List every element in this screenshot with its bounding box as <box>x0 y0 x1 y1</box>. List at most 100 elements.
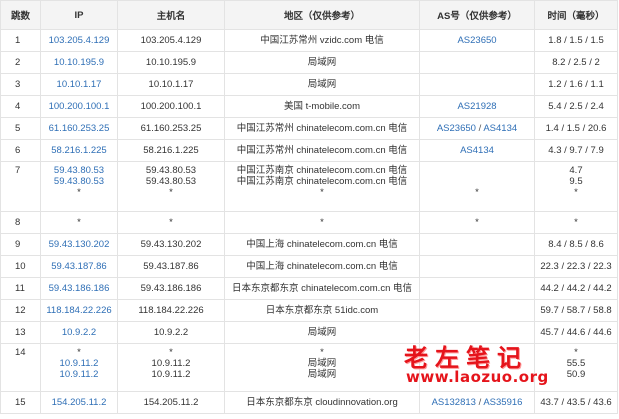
as-line: AS21928 <box>422 101 532 112</box>
table-row: 15 154.205.11.2 154.205.11.2 日本东京都东京 cloudi… <box>0 391 618 414</box>
as-link[interactable]: AS4134 <box>460 145 494 156</box>
ip-cell: 58.216.1.225 <box>40 139 118 162</box>
time-text: 4.3 / 9.7 / 7.9 <box>548 145 604 156</box>
region-text: * <box>320 347 324 358</box>
time-cell: 5.4 / 2.5 / 2.4 <box>534 95 618 118</box>
table-body: 1 103.205.4.129 103.205.4.129 中国江苏常州 vzidc.… <box>0 29 618 414</box>
region-text: 局域网 <box>307 358 337 369</box>
ip-cell: 100.200.100.1 <box>40 95 118 118</box>
hop-number: 4 <box>0 95 41 118</box>
time-text: 4.7 <box>569 165 583 176</box>
ip-cell: 59.43.187.86 <box>40 255 118 278</box>
ip-link[interactable]: 10.9.11.2 <box>43 358 115 369</box>
region-text: 中国江苏南京 chinatelecom.com.cn 电信 <box>236 176 408 187</box>
time-cell: 22.3 / 22.3 / 22.3 <box>534 255 618 278</box>
as-line <box>422 57 532 68</box>
ip-cell: 59.43.130.202 <box>40 233 118 256</box>
region-text: 美国 t-mobile.com <box>283 101 360 112</box>
header-region: 地区（仅供参考） <box>224 0 420 30</box>
hostname-cell: 59.43.80.53 59.43.80.53 * <box>117 161 225 212</box>
hop-number: 13 <box>0 321 41 344</box>
region-text: 局域网 <box>307 327 337 338</box>
ip-link[interactable]: 10.9.2.2 <box>43 327 115 338</box>
hostname-cell: 10.10.195.9 <box>117 51 225 74</box>
as-cell <box>419 51 535 74</box>
hostname-text: 100.200.100.1 <box>140 101 202 112</box>
as-link[interactable]: AS4134 <box>483 123 517 134</box>
ip-link[interactable]: 154.205.11.2 <box>43 397 115 408</box>
ip-link[interactable]: 59.43.187.86 <box>43 261 115 272</box>
ip-link[interactable]: 118.184.22.226 <box>43 305 115 316</box>
ip-cell: 59.43.186.186 <box>40 277 118 300</box>
hop-number: 14 <box>0 343 41 392</box>
region-cell: 中国江苏常州 chinatelecom.com.cn 电信 <box>224 117 420 140</box>
hostname-cell: 103.205.4.129 <box>117 29 225 52</box>
hostname-text: 10.9.11.2 <box>151 358 191 369</box>
ip-cell: 61.160.253.25 <box>40 117 118 140</box>
hostname-text: 10.10.195.9 <box>145 57 197 68</box>
ip-link[interactable]: 59.43.186.186 <box>43 283 115 294</box>
hop-number: 9 <box>0 233 41 256</box>
ip-text: * <box>77 347 81 358</box>
as-link[interactable]: AS21928 <box>457 101 496 112</box>
ip-link[interactable]: 100.200.100.1 <box>43 101 115 112</box>
time-text: 44.2 / 44.2 / 44.2 <box>540 283 612 294</box>
table-row: 3 10.10.1.17 10.10.1.17 局域网 1.2 / 1.6 / 1.1 <box>0 73 618 96</box>
table-row: 7 59.43.80.53 59.43.80.53 * 59.43.80.53 59.43… <box>0 161 618 212</box>
hostname-text: 59.43.187.86 <box>143 261 199 272</box>
ip-link[interactable]: 61.160.253.25 <box>43 123 115 134</box>
ip-link[interactable]: 58.216.1.225 <box>43 145 115 156</box>
hostname-text: 103.205.4.129 <box>140 35 202 46</box>
ip-link[interactable]: 59.43.80.53 <box>43 176 115 187</box>
region-cell: 中国江苏常州 chinatelecom.com.cn 电信 <box>224 139 420 162</box>
ip-link[interactable]: 59.43.130.202 <box>43 239 115 250</box>
table-row: 11 59.43.186.186 59.43.186.186 日本东京都东京 chin… <box>0 277 618 300</box>
table-row: 6 58.216.1.225 58.216.1.225 中国江苏常州 chinatel… <box>0 139 618 162</box>
ip-cell: * <box>40 211 118 234</box>
hop-number: 12 <box>0 299 41 322</box>
hostname-cell: 100.200.100.1 <box>117 95 225 118</box>
region-cell: 美国 t-mobile.com <box>224 95 420 118</box>
as-link[interactable]: AS35916 <box>483 397 522 408</box>
ip-cell: 10.9.2.2 <box>40 321 118 344</box>
time-text: 5.4 / 2.5 / 2.4 <box>548 101 604 112</box>
hostname-cell: 59.43.186.186 <box>117 277 225 300</box>
region-text: 中国上海 chinatelecom.com.cn 电信 <box>246 239 398 250</box>
region-text: * <box>320 187 324 198</box>
hostname-cell: 59.43.187.86 <box>117 255 225 278</box>
time-text: 8.4 / 8.5 / 8.6 <box>548 239 604 250</box>
time-text: 9.5 <box>569 176 583 187</box>
ip-link[interactable]: 59.43.80.53 <box>43 165 115 176</box>
header-ip: IP <box>40 0 118 30</box>
ip-link[interactable]: 10.9.11.2 <box>43 369 115 380</box>
table-row: 8 * * * * * <box>0 211 618 234</box>
hostname-cell: 61.160.253.25 <box>117 117 225 140</box>
as-cell <box>419 299 535 322</box>
table-row: 12 118.184.22.226 118.184.22.226 日本东京都东京 51… <box>0 299 618 322</box>
as-link[interactable]: AS23650 <box>437 123 476 134</box>
region-cell: 中国上海 chinatelecom.com.cn 电信 <box>224 255 420 278</box>
ip-link[interactable]: 10.10.1.17 <box>43 79 115 90</box>
time-text: 55.5 <box>566 358 586 369</box>
hostname-text: 59.43.130.202 <box>140 239 202 250</box>
hostname-text: 61.160.253.25 <box>140 123 202 134</box>
as-line: AS4134 <box>422 145 532 156</box>
time-text: 43.7 / 43.5 / 43.6 <box>540 397 612 408</box>
as-link[interactable]: AS132813 <box>432 397 476 408</box>
region-text: 日本东京都东京 chinatelecom.com.cn 电信 <box>231 283 412 294</box>
as-line: * <box>422 187 532 198</box>
hostname-cell: 154.205.11.2 <box>117 391 225 414</box>
region-cell: 局域网 <box>224 321 420 344</box>
time-cell: * <box>534 211 618 234</box>
hostname-text: 58.216.1.225 <box>143 145 199 156</box>
region-cell: 日本东京都东京 chinatelecom.com.cn 电信 <box>224 277 420 300</box>
ip-cell: 59.43.80.53 59.43.80.53 * <box>40 161 118 212</box>
as-cell: AS4134 <box>419 139 535 162</box>
region-text: 日本东京都东京 cloudinnovation.org <box>246 397 398 408</box>
ip-link[interactable]: 10.10.195.9 <box>43 57 115 68</box>
as-line: * <box>422 217 532 228</box>
hostname-cell: 118.184.22.226 <box>117 299 225 322</box>
ip-link[interactable]: 103.205.4.129 <box>43 35 115 46</box>
as-link[interactable]: AS23650 <box>457 35 496 46</box>
as-line: AS23650 <box>422 35 532 46</box>
